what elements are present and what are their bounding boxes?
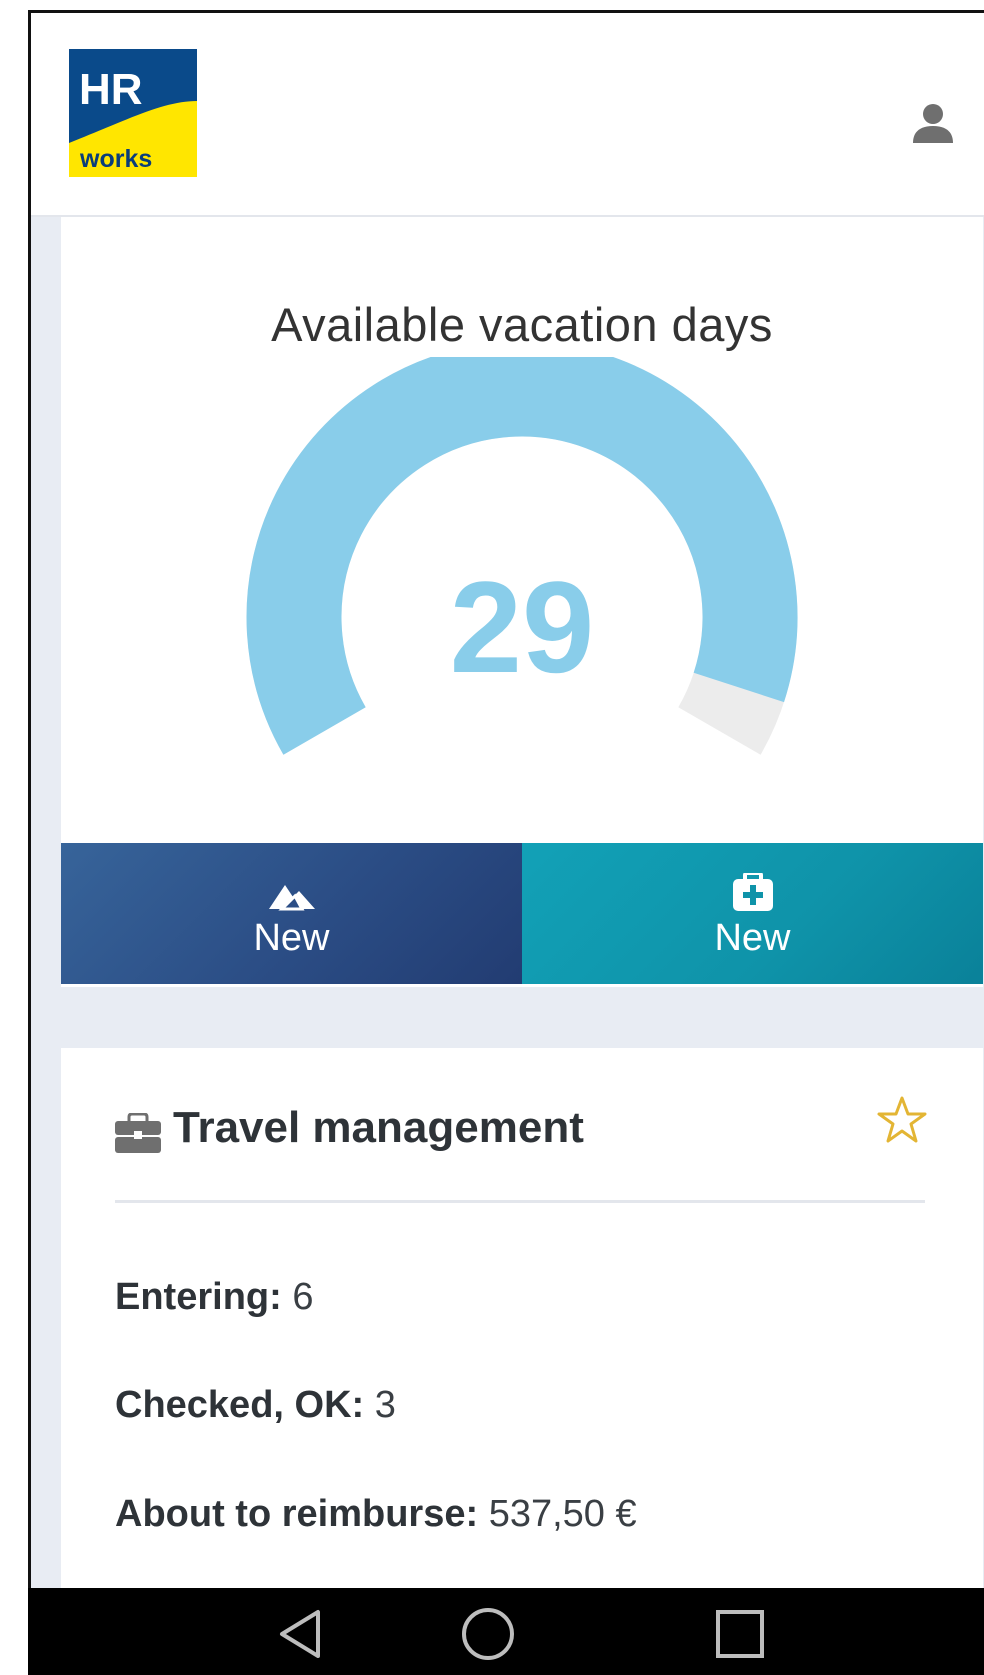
new-sick-leave-label: New (714, 917, 791, 959)
hrworks-logo[interactable]: HR works (69, 49, 197, 177)
stat-value: 6 (292, 1276, 314, 1318)
device: HR works Available vacation days 29 New … (0, 0, 984, 1675)
new-vacation-button[interactable]: New (61, 843, 522, 984)
travel-card-header: Travel management (115, 1096, 927, 1203)
vacation-title: Available vacation days (271, 298, 773, 351)
stat-label: Checked, OK: (115, 1384, 365, 1426)
vacation-actions: New New (61, 843, 983, 984)
mountain-icon (268, 867, 315, 911)
app-header: HR works (31, 13, 984, 217)
stat-about-to-reimburse: About to reimburse: 537,50 € (115, 1493, 637, 1536)
app-screen: HR works Available vacation days 29 New … (28, 10, 984, 1588)
new-sick-leave-button[interactable]: New (522, 843, 983, 984)
stat-entering: Entering: 6 (115, 1276, 313, 1319)
new-vacation-label: New (253, 917, 330, 959)
available-days-value: 29 (449, 554, 595, 700)
star-icon[interactable] (877, 1095, 927, 1145)
travel-title: Travel management (173, 1103, 584, 1152)
recents-icon[interactable] (712, 1606, 768, 1662)
user-icon[interactable] (911, 101, 955, 145)
back-icon[interactable] (274, 1606, 330, 1662)
vacation-card: Available vacation days 29 New New (61, 217, 983, 987)
home-icon[interactable] (460, 1606, 516, 1662)
stat-value: 3 (374, 1384, 396, 1426)
stat-label: Entering: (115, 1276, 282, 1318)
stat-value: 537,50 € (488, 1493, 637, 1535)
travel-management-card: Travel management Entering: 6 Checked, O… (61, 1048, 983, 1588)
medical-kit-icon (732, 867, 773, 911)
briefcase-icon (115, 1112, 161, 1153)
android-nav-bar (28, 1588, 984, 1675)
stat-label: About to reimburse: (115, 1493, 479, 1535)
logo-text-bottom: works (79, 145, 152, 173)
stat-checked-ok: Checked, OK: 3 (115, 1384, 396, 1427)
logo-text-top: HR (79, 65, 143, 114)
